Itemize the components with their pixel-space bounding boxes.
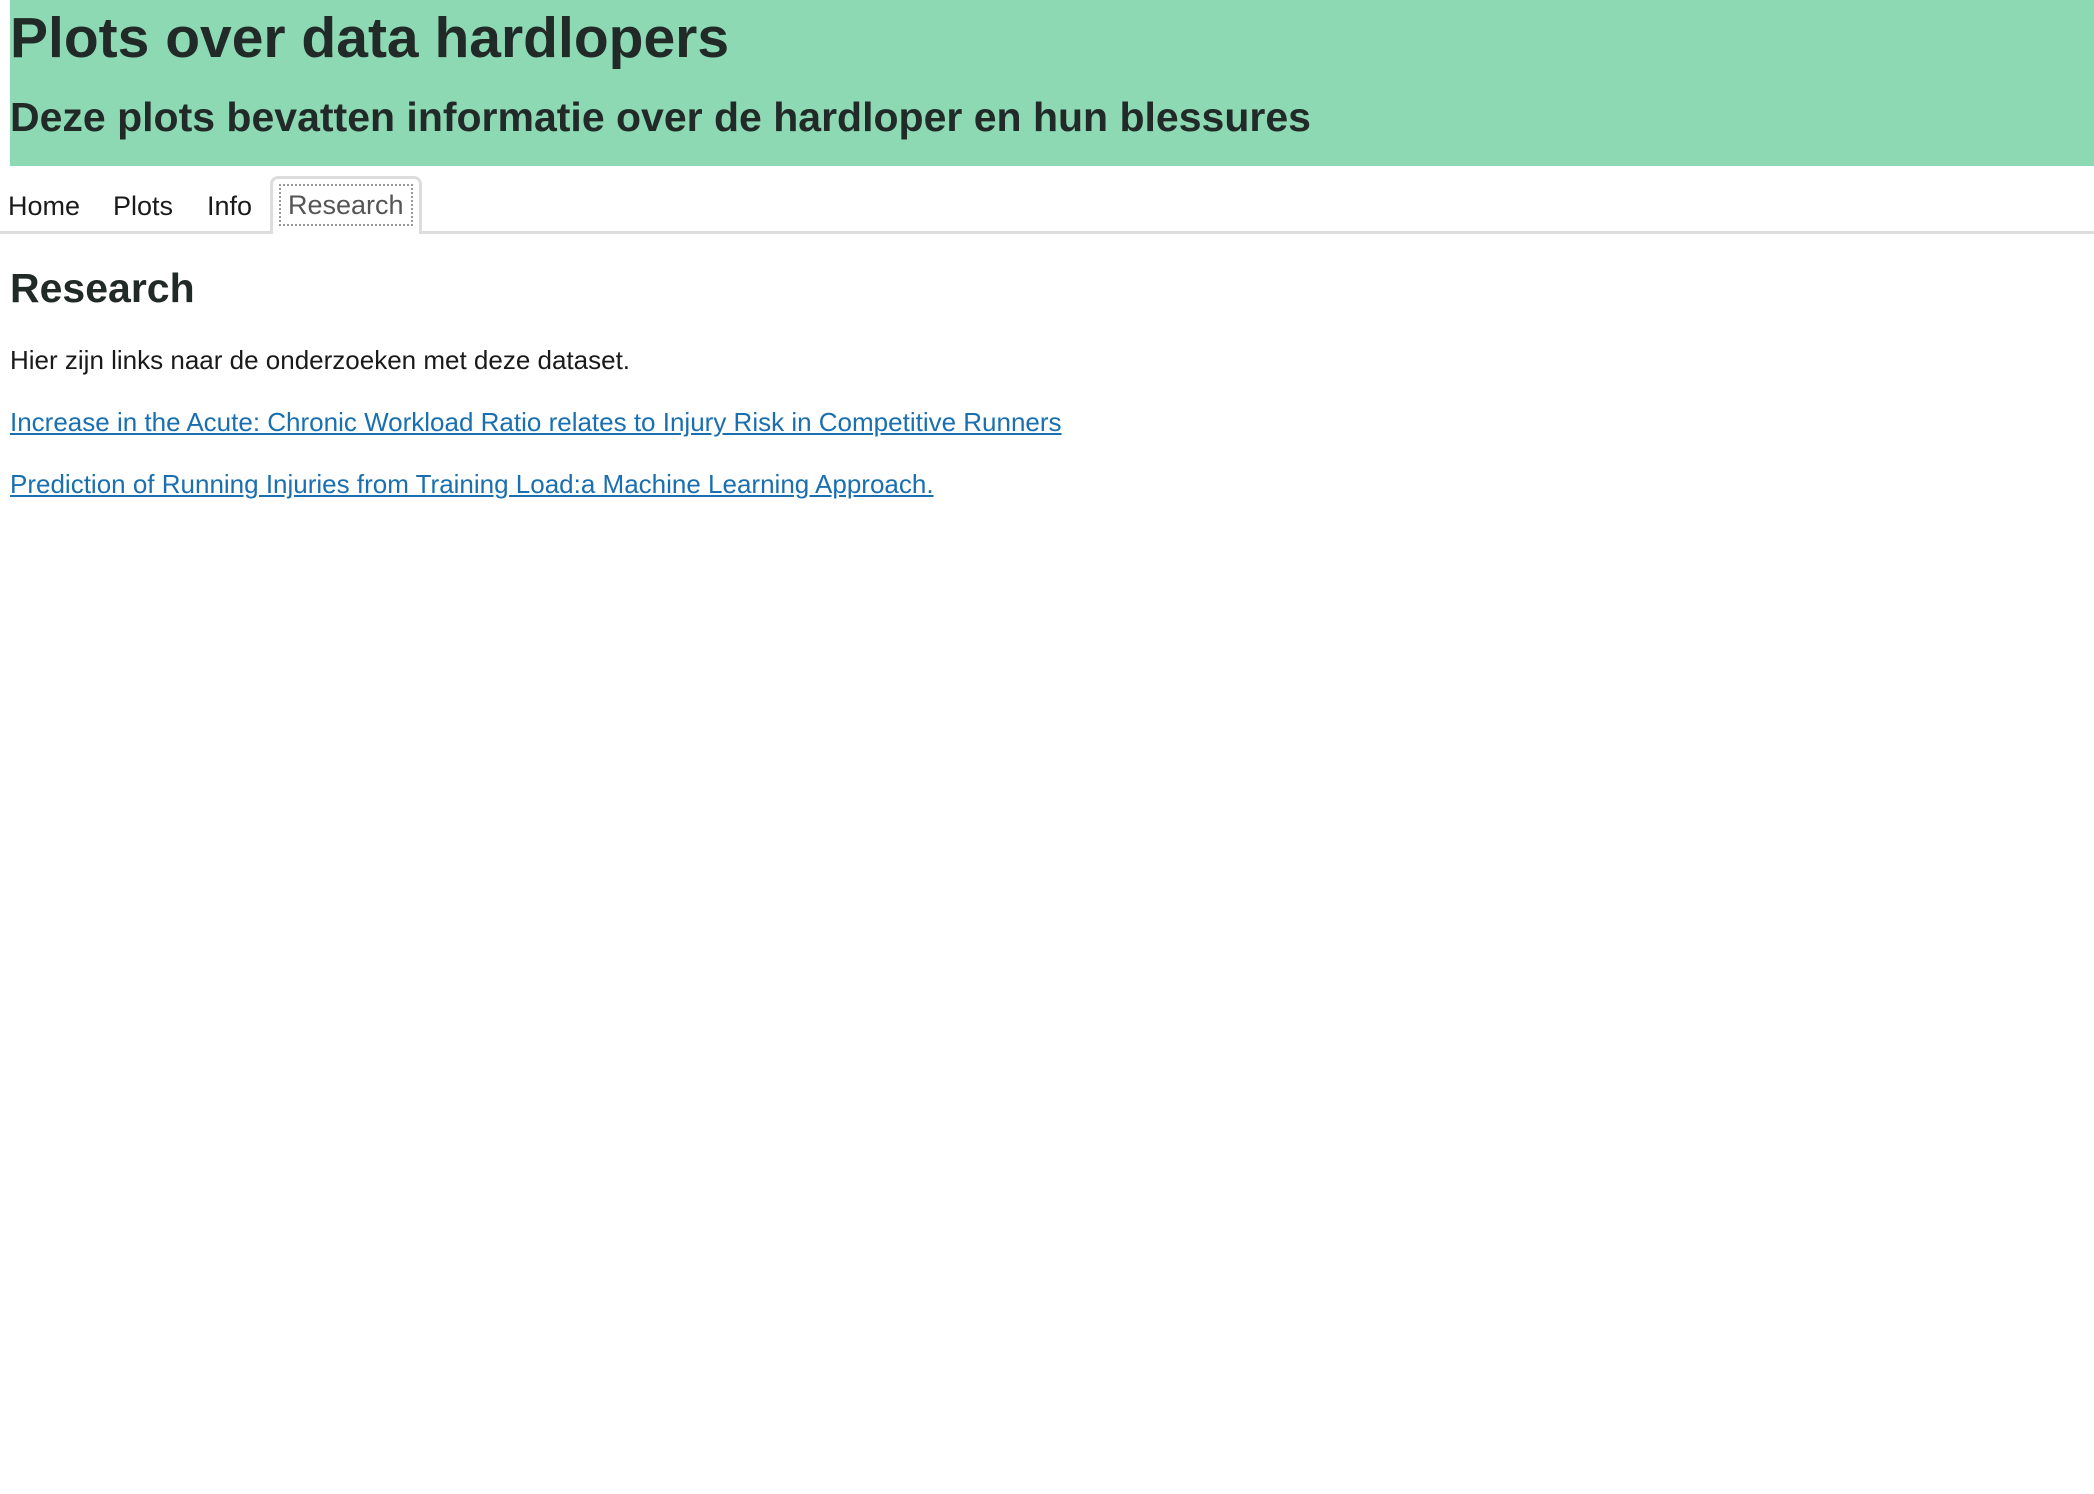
tab-plots[interactable]: Plots [113,176,173,234]
tab-home-label: Home [8,191,81,221]
tab-plots-label: Plots [113,191,174,221]
page-title: Plots over data hardlopers [10,6,730,70]
page-header: Plots over data hardlopers Deze plots be… [10,0,2094,166]
tab-research-label: Research [279,184,413,226]
research-link-1-row: Increase in the Acute: Chronic Workload … [10,405,1062,439]
intro-text: Hier zijn links naar de onderzoeken met … [10,345,631,375]
tab-info[interactable]: Info [207,176,252,234]
page-subtitle: Deze plots bevatten informatie over de h… [10,94,1311,140]
tab-bar: Home Plots Info Research [0,176,2094,234]
tab-content: Research Hier zijn links naar de onderzo… [10,250,2084,499]
research-link-acwr[interactable]: Increase in the Acute: Chronic Workload … [10,407,1062,437]
research-link-ml[interactable]: Prediction of Running Injuries from Trai… [10,469,934,499]
tab-info-label: Info [207,191,253,221]
tab-research[interactable]: Research [270,176,422,234]
tab-home[interactable]: Home [8,176,80,234]
research-link-2-row: Prediction of Running Injuries from Trai… [10,467,934,501]
section-heading: Research [10,265,195,311]
